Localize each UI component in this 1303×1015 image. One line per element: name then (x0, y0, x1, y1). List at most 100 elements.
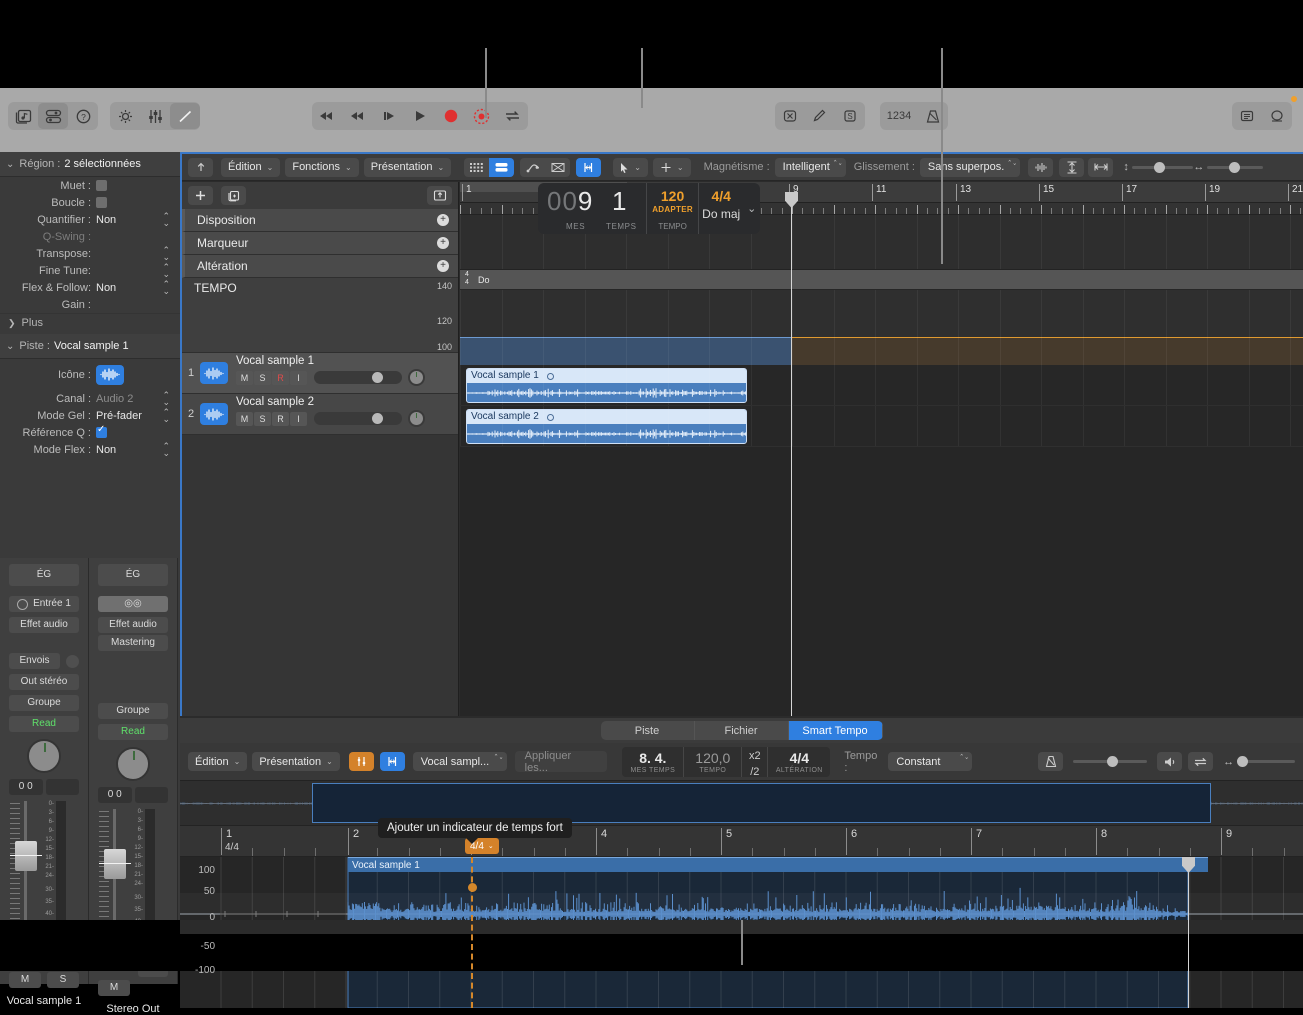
track-header-2[interactable]: 2 Vocal sample 2 M S R I (182, 394, 458, 435)
snap-popup[interactable]: Intelligent (775, 158, 846, 177)
region-loop-icon[interactable] (547, 414, 554, 421)
input-slot[interactable]: Entrée 1 (9, 596, 79, 612)
record-enable-button[interactable]: R (272, 371, 289, 385)
inspector-row-icon[interactable]: Icône : (0, 359, 180, 390)
tempo-region-after[interactable] (791, 337, 1303, 365)
inspector-row-gain[interactable]: Gain : (0, 296, 180, 313)
loops-icon[interactable] (1262, 103, 1292, 129)
metronome-volume-slider[interactable] (1073, 755, 1147, 769)
add-track-icon[interactable] (188, 186, 213, 205)
stepper-icon[interactable]: ⌃⌄ (162, 409, 170, 423)
inspector-row-qreference[interactable]: Référence Q : (0, 424, 180, 441)
flex-edit-icon[interactable] (349, 752, 374, 771)
editor-lcd[interactable]: 8. 4.MES TEMPS 120,0TEMPO x2/2 4/4ALTÉRA… (622, 747, 830, 777)
editor-bar-ruler[interactable]: 1 2 3 4 5 6 7 8 9 4/4 4/4⌄ (180, 826, 1303, 857)
global-track-alteration[interactable]: Altération+ (182, 255, 458, 278)
list-editors-icon[interactable] (1232, 103, 1262, 129)
stepper-icon[interactable]: ⌃⌄ (162, 247, 170, 261)
marquee-tool-icon[interactable]: ⌄ (653, 158, 691, 177)
track-lane-1[interactable]: Vocal sample 1 (460, 365, 1303, 406)
apply-button[interactable]: Appliquer les... (515, 751, 608, 772)
pan-knob[interactable] (27, 739, 61, 773)
editors-icon[interactable] (170, 103, 200, 129)
inspector-row-qswing[interactable]: Q-Swing : (0, 228, 180, 245)
menu-presentation[interactable]: Présentation⌄ (364, 158, 451, 177)
track-stack-icon[interactable] (427, 186, 452, 205)
slider-knob[interactable] (1237, 756, 1248, 767)
slider-track[interactable] (1132, 166, 1194, 169)
inspector-row-loop[interactable]: Boucle : (0, 194, 180, 211)
lcd-multiplier-cell[interactable]: x2/2 (742, 747, 768, 777)
pointer-tool-icon[interactable]: ⌄ (613, 158, 648, 177)
sends-slot[interactable]: Envois (9, 653, 60, 669)
vertical-zoom-icon[interactable] (1059, 158, 1084, 177)
record-repeat-icon[interactable] (467, 103, 497, 129)
tempo-lane[interactable] (460, 290, 1303, 365)
mute-button[interactable]: M (9, 972, 41, 988)
horizontal-zoom-slider[interactable]: ↔ (1193, 160, 1263, 174)
slider-knob[interactable] (1154, 162, 1165, 173)
library-icon[interactable] (8, 103, 38, 129)
lcd-signature[interactable]: 4/4 Do maj (699, 183, 743, 234)
audio-waveform-icon[interactable] (200, 403, 228, 425)
smart-controls-icon[interactable] (110, 103, 140, 129)
vertical-zoom-slider[interactable]: ↕ (1123, 160, 1193, 174)
play-icon[interactable] (405, 103, 435, 129)
audio-waveform-icon[interactable] (200, 362, 228, 384)
mute-checkbox[interactable] (96, 180, 107, 191)
track-pan-knob[interactable] (408, 369, 425, 386)
tab-smart-tempo[interactable]: Smart Tempo (789, 721, 883, 740)
track-volume-slider[interactable] (314, 412, 402, 425)
add-icon[interactable]: + (437, 237, 449, 249)
flexfollow-value[interactable]: Non (96, 282, 116, 294)
insert-slot-1[interactable]: Effet audio (9, 617, 79, 633)
solo-button[interactable]: S (254, 371, 271, 385)
track-name[interactable]: Vocal sample 2 (236, 396, 458, 408)
fade-icon[interactable] (545, 158, 570, 177)
editor-menu-edition[interactable]: Édition⌄ (188, 752, 247, 771)
tab-fichier[interactable]: Fichier (695, 721, 789, 740)
pencil-icon[interactable] (805, 103, 835, 129)
disclosure-chevron-icon[interactable]: ⌄ (6, 159, 14, 170)
playhead[interactable] (791, 203, 792, 716)
volume-icon[interactable] (1157, 752, 1182, 771)
file-popup[interactable]: Vocal sampl... (413, 752, 507, 771)
mute-button[interactable]: M (98, 980, 130, 996)
flexmode-value[interactable]: Non (96, 444, 116, 456)
mute-button[interactable]: M (236, 371, 253, 385)
track-volume-slider[interactable] (314, 371, 402, 384)
lcd-tempo[interactable]: 120 ADAPTER TEMPO (647, 183, 699, 234)
menu-edition[interactable]: Édition⌄ (221, 158, 280, 177)
stepper-icon[interactable]: ⌃⌄ (162, 392, 170, 406)
cycle-icon[interactable] (1188, 752, 1213, 771)
list-icon[interactable] (489, 158, 514, 177)
add-icon[interactable]: + (437, 214, 449, 226)
inspector-row-channel[interactable]: Canal :Audio 2⌃⌄ (0, 390, 180, 407)
metronome-icon[interactable] (918, 103, 948, 129)
file-overview[interactable] (180, 781, 1303, 826)
erase-icon[interactable] (775, 103, 805, 129)
automation-mode[interactable]: Read (9, 716, 79, 732)
input-monitor-button[interactable]: I (290, 371, 307, 385)
tab-piste[interactable]: Piste (601, 721, 695, 740)
fader-handle[interactable] (104, 849, 126, 879)
inspector-row-finetune[interactable]: Fine Tune:⌃⌄ (0, 262, 180, 279)
lcd-tempo-cell[interactable]: 120,0TEMPO (684, 747, 742, 777)
group-slot[interactable]: Groupe (98, 703, 168, 719)
chevron-down-icon[interactable]: ⌄ (743, 183, 760, 234)
chevron-right-icon[interactable]: ❯ (8, 318, 16, 329)
beat-marker-handle[interactable] (468, 883, 477, 892)
slider-track[interactable] (1237, 760, 1295, 763)
global-track-marqueur[interactable]: Marqueur+ (182, 232, 458, 255)
pan-value[interactable]: 0 0 (9, 779, 43, 795)
channel-value[interactable]: Audio 2 (96, 393, 133, 405)
forward-icon[interactable] (343, 103, 373, 129)
editor-zoom-slider[interactable]: ↔ (1223, 755, 1295, 769)
slider-knob[interactable] (1107, 756, 1118, 767)
multiplier-down[interactable]: /2 (747, 763, 762, 779)
inspector-row-flexfollow[interactable]: Flex & Follow:Non⌃⌄ (0, 279, 180, 296)
signature-lane[interactable]: 4 4 Do (460, 270, 1303, 290)
metronome-icon[interactable] (1038, 752, 1063, 771)
eq-display[interactable]: ÉG (98, 564, 168, 586)
group-slot[interactable]: Groupe (9, 695, 79, 711)
